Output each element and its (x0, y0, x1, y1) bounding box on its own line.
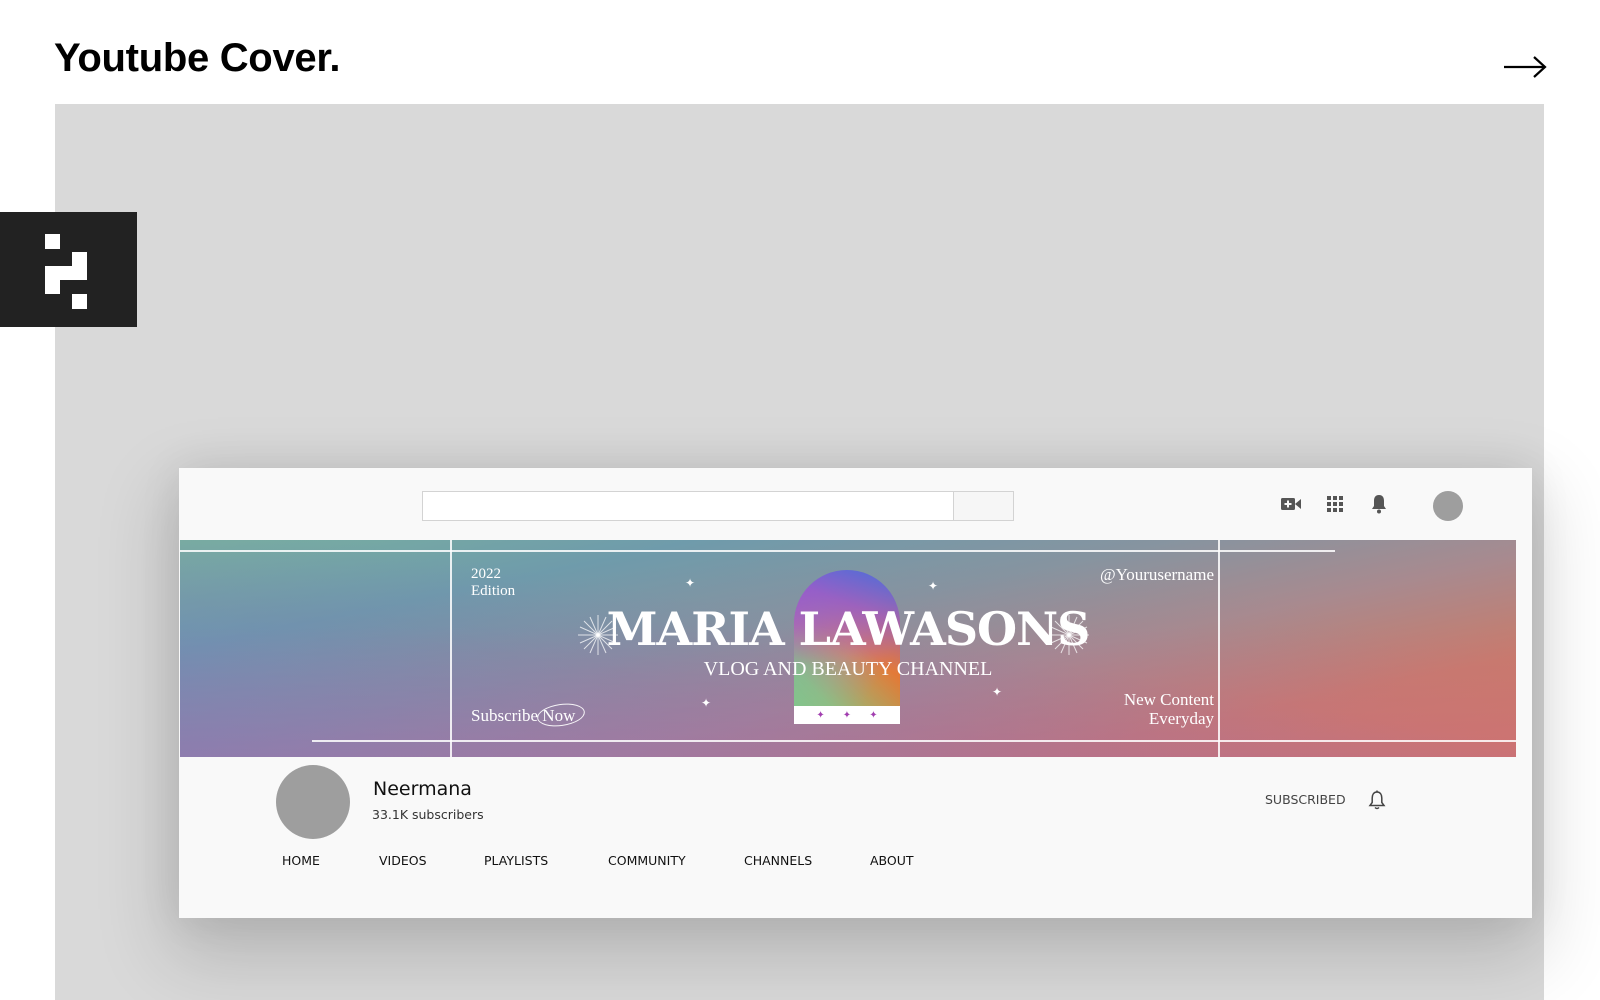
guide-line (312, 740, 1516, 742)
notifications-bell-icon[interactable] (1363, 488, 1395, 520)
channel-avatar[interactable] (276, 765, 350, 839)
youtube-channel-mockup: 2022 Edition @Yourusername New Content E… (179, 468, 1532, 918)
sparkle-icon: ✦ (842, 709, 852, 721)
tab-videos[interactable]: VIDEOS (379, 853, 427, 868)
sparkle-icon: ✦ (701, 696, 712, 710)
subscribed-button[interactable]: SUBSCRIBED (1265, 792, 1346, 807)
banner-title: MARIA LAWASONS (606, 602, 1091, 656)
logo-pixel (45, 266, 60, 294)
search-input[interactable] (423, 492, 953, 520)
sparkle-icon: ✦ (685, 576, 696, 590)
edition-text: Edition (471, 583, 516, 599)
tab-channels[interactable]: CHANNELS (744, 853, 812, 868)
tab-playlists[interactable]: PLAYLISTS (484, 853, 548, 868)
create-video-icon[interactable] (1275, 488, 1307, 520)
logo-pixel (45, 234, 60, 249)
tab-about[interactable]: ABOUT (870, 853, 914, 868)
search-bar (422, 491, 1014, 521)
pixel-logo-icon (0, 212, 137, 327)
banner-username: @Yourusername (1099, 565, 1214, 584)
arrow-right-icon[interactable] (1502, 52, 1548, 82)
search-button[interactable] (953, 492, 1013, 520)
account-avatar[interactable] (1433, 491, 1463, 521)
channel-banner: 2022 Edition @Yourusername New Content E… (180, 540, 1516, 757)
new-content-label: New Content Everyday (1124, 690, 1214, 728)
apps-grid-icon[interactable] (1319, 488, 1351, 520)
channel-tabs: HOME VIDEOS PLAYLISTS COMMUNITY CHANNELS… (179, 853, 1532, 877)
channel-name[interactable]: Neermana (373, 778, 472, 800)
sparkle-icon: ✦ (928, 579, 939, 593)
new-content-line1: New Content (1123, 690, 1214, 709)
edition-year: 2022 (471, 566, 501, 582)
notification-bell-outline-icon[interactable] (1366, 789, 1388, 811)
subscriber-count: 33.1K subscribers (372, 807, 484, 822)
arch-base: ✦ ✦ ✦ (794, 706, 900, 724)
sparkle-icon: ✦ (816, 709, 825, 721)
banner-subtitle: VLOG AND BEAUTY CHANNEL (703, 658, 993, 680)
logo-pixel (72, 294, 87, 309)
tab-community[interactable]: COMMUNITY (608, 853, 686, 868)
tab-home[interactable]: HOME (282, 853, 320, 868)
subscribe-now-label: Subscribe Now (471, 700, 587, 730)
sparkle-icon: ✦ (869, 709, 878, 721)
sparkle-icon: ✦ (992, 685, 1003, 699)
guide-line (180, 550, 1335, 552)
edition-label: 2022 Edition (471, 566, 515, 600)
new-content-line2: Everyday (1148, 709, 1214, 728)
preview-stage: 2022 Edition @Yourusername New Content E… (55, 104, 1544, 1000)
page-title: Youtube Cover. (54, 36, 341, 80)
